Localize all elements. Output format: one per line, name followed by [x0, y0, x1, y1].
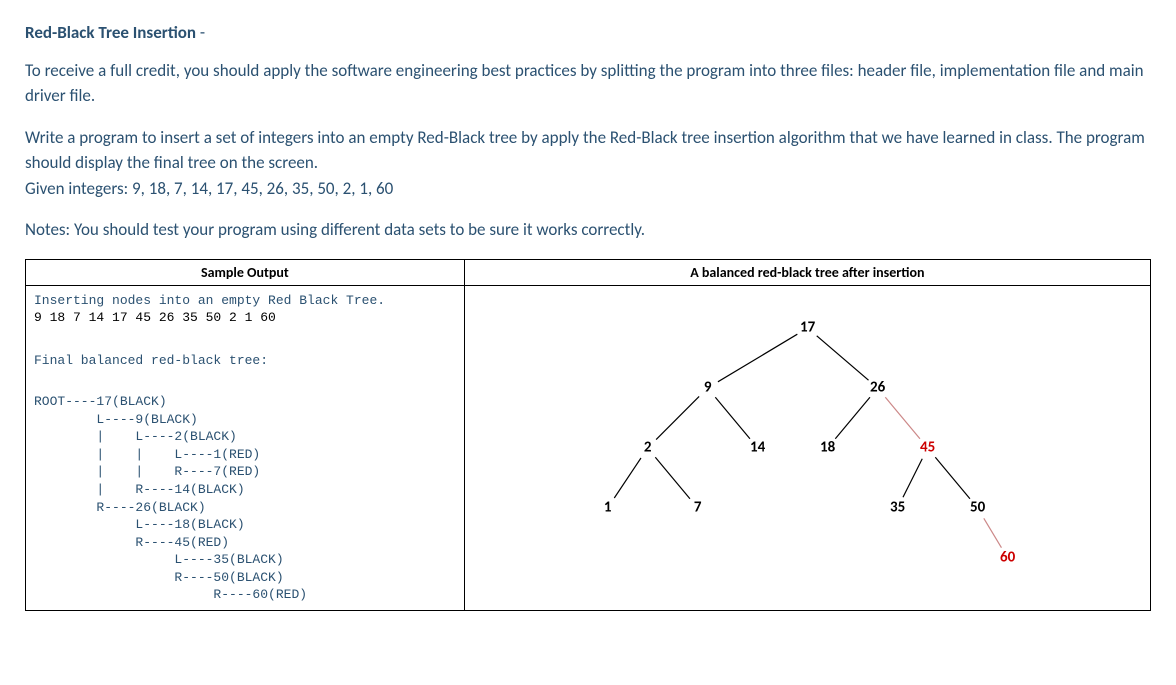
- tree-node-1: 1: [604, 498, 612, 516]
- tree-node-7: 7: [694, 498, 702, 516]
- tree-edge: [718, 334, 797, 382]
- tree-node-35: 35: [890, 498, 905, 516]
- paragraph-notes: Notes: You should test your program usin…: [25, 217, 1151, 243]
- tree-node-18: 18: [820, 438, 836, 456]
- output-table: Sample Output A balanced red-black tree …: [25, 259, 1151, 611]
- given-integers: Given integers: 9, 18, 7, 14, 17, 45, 26…: [25, 178, 393, 199]
- tree-edge: [715, 397, 750, 439]
- instructions-text: Write a program to insert a set of integ…: [25, 127, 1145, 174]
- tree-edge: [614, 457, 641, 497]
- tree-edge: [903, 458, 922, 497]
- tree-edge: [816, 335, 868, 379]
- assignment-title: Red-Black Tree Insertion -: [25, 20, 1151, 46]
- sample-output-cell: Inserting nodes into an empty Red Black …: [26, 285, 465, 610]
- final-line: Final balanced red-black tree:: [34, 352, 268, 370]
- sample-output-block: Inserting nodes into an empty Red Black …: [32, 288, 458, 608]
- inserting-line: Inserting nodes into an empty Red Black …: [34, 293, 385, 308]
- data-line: 9 18 7 14 17 45 26 35 50 2 1 60: [34, 310, 276, 325]
- tree-text-block: ROOT----17(BLACK) L----9(BLACK) | L----2…: [34, 393, 307, 604]
- header-sample-output: Sample Output: [26, 259, 465, 285]
- paragraph-credit: To receive a full credit, you should app…: [25, 58, 1151, 109]
- tree-node-2: 2: [644, 438, 652, 456]
- tree-edge: [835, 397, 870, 439]
- tree-diagram-svg: 17926214184517355060: [471, 288, 1144, 588]
- tree-edge: [984, 518, 1002, 547]
- tree-edge: [655, 457, 690, 499]
- tree-edge: [935, 457, 970, 499]
- tree-node-14: 14: [750, 438, 766, 456]
- header-tree-diagram: A balanced red-black tree after insertio…: [464, 259, 1150, 285]
- paragraph-instructions: Write a program to insert a set of integ…: [25, 125, 1151, 202]
- tree-node-9: 9: [704, 378, 712, 396]
- tree-node-26: 26: [870, 378, 886, 396]
- tree-node-50: 50: [970, 498, 986, 516]
- title-suffix: -: [196, 22, 205, 43]
- tree-node-60: 60: [1000, 548, 1016, 566]
- title-text: Red-Black Tree Insertion: [25, 22, 196, 43]
- tree-edge: [885, 397, 920, 439]
- tree-node-17: 17: [800, 318, 816, 336]
- tree-node-45: 45: [920, 438, 935, 456]
- tree-edge: [656, 396, 699, 439]
- tree-diagram-cell: 17926214184517355060: [464, 285, 1150, 610]
